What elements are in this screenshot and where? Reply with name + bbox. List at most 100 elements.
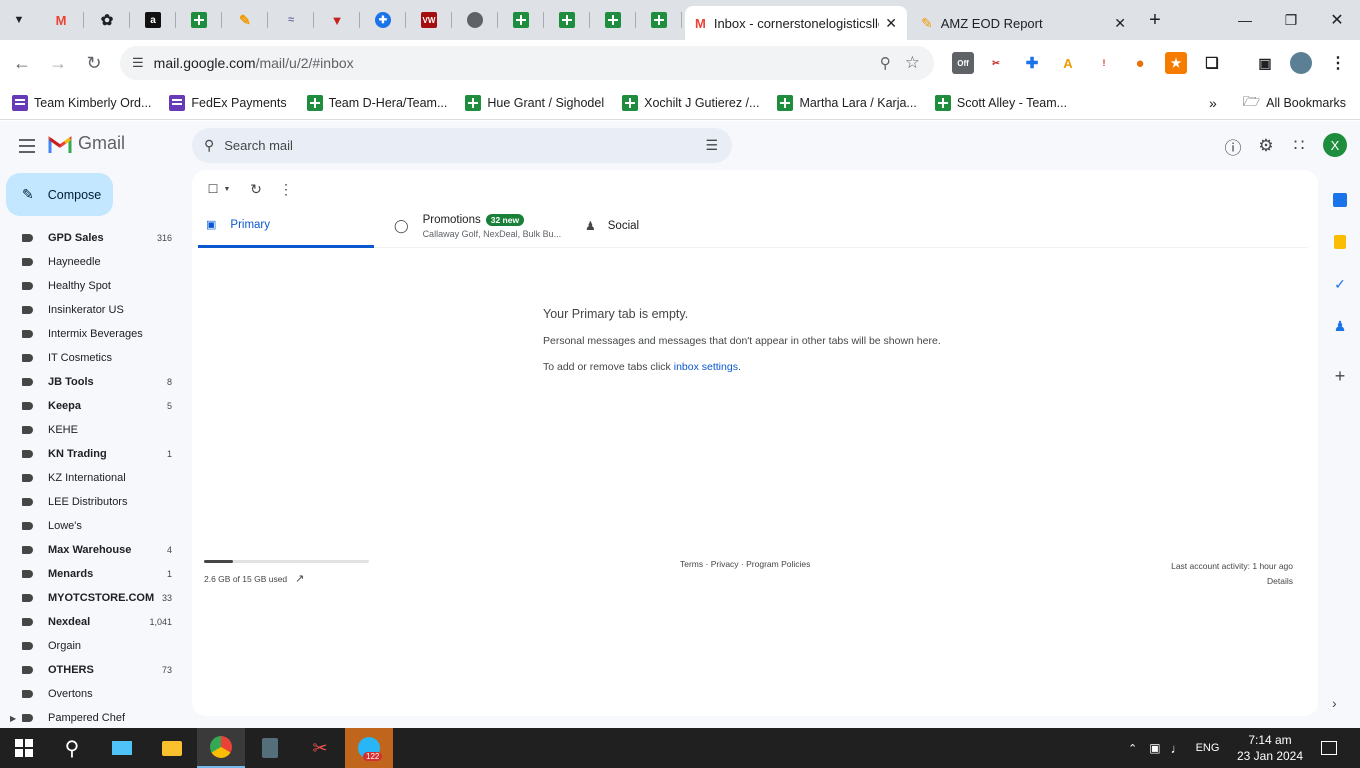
- compose-button[interactable]: ✎ Compose: [6, 173, 113, 216]
- account-avatar[interactable]: X: [1323, 133, 1347, 157]
- add-addon-icon[interactable]: +: [1326, 355, 1354, 397]
- label-item[interactable]: JB Tools 8: [0, 370, 184, 394]
- label-item[interactable]: KZ International: [0, 466, 184, 490]
- bookmark-item[interactable]: Hue Grant / Sighodel: [465, 94, 604, 111]
- clock[interactable]: 7:14 am 23 Jan 2024: [1236, 732, 1304, 764]
- bookmark-item[interactable]: Team Kimberly Ord...: [12, 94, 151, 111]
- taskbar-app-calculator[interactable]: [246, 728, 294, 768]
- label-item[interactable]: MYOTCSTORE.COM 33: [0, 586, 184, 610]
- calendar-icon[interactable]: [1326, 179, 1354, 221]
- browser-menu-icon[interactable]: ⋮: [1327, 52, 1349, 74]
- search-mail[interactable]: ⚲ Search mail ☰: [192, 128, 732, 163]
- taskbar-app-snipping[interactable]: ✂: [296, 728, 344, 768]
- address-bar[interactable]: ☰ mail.google.com/mail/u/2/#inbox ⚲ ☆: [120, 46, 934, 80]
- start-button[interactable]: [0, 728, 48, 768]
- label-item[interactable]: Menards 1: [0, 562, 184, 586]
- label-item[interactable]: GPD Sales 316: [0, 226, 184, 250]
- label-item[interactable]: Lowe's: [0, 514, 184, 538]
- taskbar-app-computer[interactable]: [98, 728, 146, 768]
- taskbar-app-explorer[interactable]: [148, 728, 196, 768]
- refresh-icon[interactable]: ↻: [247, 180, 265, 198]
- extension-scout-icon[interactable]: A: [1057, 52, 1079, 74]
- apps-grid-icon[interactable]: ∷: [1287, 134, 1311, 158]
- pinned-tab-triangle[interactable]: ▼: [314, 0, 360, 40]
- label-item[interactable]: KEHE: [0, 418, 184, 442]
- volume-icon[interactable]: ♩: [1171, 741, 1184, 756]
- back-button[interactable]: ←: [7, 48, 37, 78]
- select-dropdown-icon[interactable]: ▼: [218, 180, 236, 198]
- details-link[interactable]: Details: [1171, 574, 1293, 589]
- zoom-icon[interactable]: ⚲: [880, 54, 891, 72]
- contacts-icon[interactable]: ♟: [1326, 305, 1354, 347]
- pinned-tab-openai[interactable]: ✿: [84, 0, 130, 40]
- label-item[interactable]: Healthy Spot: [0, 274, 184, 298]
- extension-dots-icon[interactable]: ✚: [1021, 52, 1043, 74]
- pinned-tab-wavy[interactable]: ≈: [268, 0, 314, 40]
- network-icon[interactable]: ▣: [1149, 741, 1160, 755]
- extension-cut-icon[interactable]: ✂: [985, 52, 1007, 74]
- tab-search-button[interactable]: ▼: [0, 0, 38, 40]
- pinned-tab-dots[interactable]: ✚: [360, 0, 406, 40]
- pinned-tab-tool[interactable]: ✎: [222, 0, 268, 40]
- extension-star-icon[interactable]: ★: [1165, 52, 1187, 74]
- side-panel-icon[interactable]: ▣: [1254, 52, 1276, 74]
- extensions-puzzle-icon[interactable]: ❏: [1201, 52, 1223, 74]
- pinned-tab-vw[interactable]: VW: [406, 0, 452, 40]
- main-menu-icon[interactable]: [14, 133, 40, 159]
- help-icon[interactable]: ⓘ: [1221, 134, 1245, 158]
- pinned-tab-sheets-5[interactable]: [636, 0, 682, 40]
- bookmark-item[interactable]: Scott Alley - Team...: [934, 94, 1067, 111]
- site-info-icon[interactable]: ☰: [132, 55, 144, 71]
- pinned-tab-sheets-3[interactable]: [544, 0, 590, 40]
- search-taskbar-button[interactable]: ⚲: [48, 728, 96, 768]
- label-item[interactable]: Intermix Beverages: [0, 322, 184, 346]
- pinned-tab-amazon[interactable]: a: [130, 0, 176, 40]
- label-item[interactable]: IT Cosmetics: [0, 346, 184, 370]
- search-options-icon[interactable]: ☰: [705, 137, 718, 154]
- pinned-tab-sheets[interactable]: [176, 0, 222, 40]
- label-item[interactable]: Orgain: [0, 634, 184, 658]
- label-item[interactable]: Hayneedle: [0, 250, 184, 274]
- footer-links[interactable]: Terms · Privacy · Program Policies: [680, 559, 810, 569]
- notifications-button[interactable]: [1305, 728, 1353, 768]
- tab-promotions[interactable]: ◯ Promotions 32 new Callaway Golf, NexDe…: [394, 204, 574, 248]
- bookmark-star-icon[interactable]: ☆: [905, 53, 920, 73]
- expand-arrow-icon[interactable]: ▶: [10, 714, 16, 723]
- bookmark-item[interactable]: Team D-Hera/Team...: [306, 94, 447, 111]
- taskbar-app-telegram[interactable]: 122: [345, 728, 393, 768]
- extension-off-icon[interactable]: Off: [952, 52, 974, 74]
- tasks-icon[interactable]: ✓: [1326, 263, 1354, 305]
- close-icon[interactable]: ✕: [885, 15, 897, 32]
- label-item[interactable]: Keepa 5: [0, 394, 184, 418]
- tab-primary[interactable]: ▣ Primary: [198, 204, 374, 248]
- taskbar-app-chrome[interactable]: [197, 728, 245, 768]
- bookmark-item[interactable]: Xochilt J Gutierez /...: [622, 94, 759, 111]
- close-icon[interactable]: ✕: [1114, 15, 1126, 32]
- new-tab-button[interactable]: +: [1132, 0, 1178, 40]
- pinned-tab-globe[interactable]: [452, 0, 498, 40]
- gmail-logo[interactable]: Gmail: [48, 133, 125, 154]
- settings-gear-icon[interactable]: ⚙: [1254, 134, 1278, 158]
- extension-firefox-icon[interactable]: ●: [1129, 52, 1151, 74]
- restore-button[interactable]: ❐: [1268, 0, 1314, 40]
- label-item[interactable]: KN Trading 1: [0, 442, 184, 466]
- minimize-button[interactable]: —: [1222, 0, 1268, 40]
- forward-button[interactable]: →: [43, 48, 73, 78]
- external-link-icon[interactable]: ↗: [295, 572, 304, 585]
- label-item[interactable]: OTHERS 73: [0, 658, 184, 682]
- label-item[interactable]: Overtons: [0, 682, 184, 706]
- tab-amz-eod[interactable]: ✎ AMZ EOD Report ✕: [911, 6, 1136, 40]
- pinned-tab-sheets-2[interactable]: [498, 0, 544, 40]
- all-bookmarks-button[interactable]: 🗁 All Bookmarks: [1243, 91, 1346, 115]
- close-window-button[interactable]: ✕: [1314, 0, 1360, 40]
- pinned-tab-gmail[interactable]: M: [38, 0, 84, 40]
- profile-avatar[interactable]: [1290, 52, 1312, 74]
- reload-button[interactable]: ↻: [79, 48, 109, 78]
- label-item[interactable]: Insinkerator US: [0, 298, 184, 322]
- language-indicator[interactable]: ENG: [1196, 742, 1220, 754]
- label-item[interactable]: Max Warehouse 4: [0, 538, 184, 562]
- label-item[interactable]: Nexdeal 1,041: [0, 610, 184, 634]
- label-item[interactable]: LEE Distributors: [0, 490, 184, 514]
- tab-inbox[interactable]: M Inbox - cornerstonelogisticsllc ✕: [685, 6, 907, 40]
- pinned-tab-sheets-4[interactable]: [590, 0, 636, 40]
